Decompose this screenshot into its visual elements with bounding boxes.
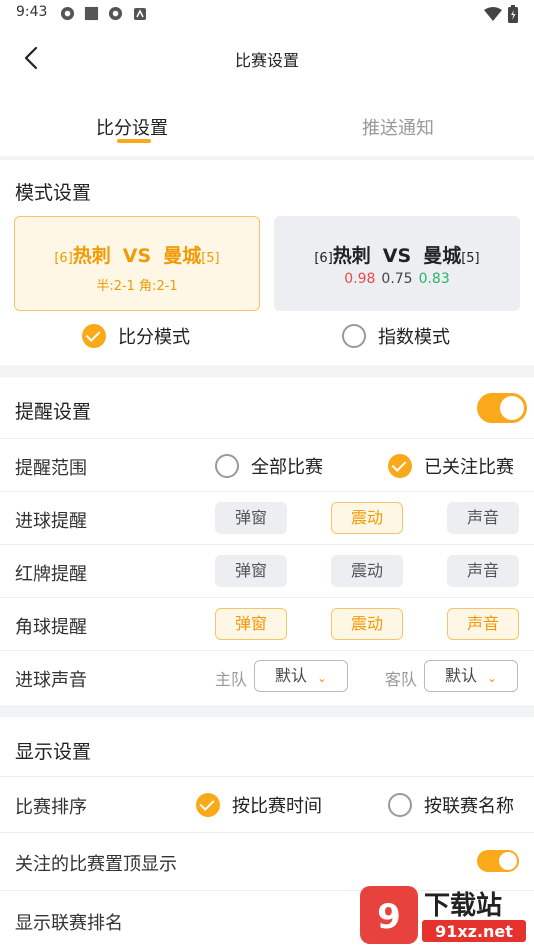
page-title: 比赛设置 (234, 51, 299, 70)
svg-text:9: 9 (377, 897, 401, 937)
radio-unchecked-icon (388, 793, 412, 817)
tab-bar: 比分设置 推送通知 (0, 88, 534, 156)
odds-mode-radio[interactable]: 指数模式 (342, 323, 450, 349)
home-team-label: 主队 (215, 670, 248, 689)
goal-sound-button[interactable]: 声音 (447, 502, 519, 534)
corner-sound-button[interactable]: 声音 (447, 608, 519, 640)
chevron-down-icon: ⌄ (486, 671, 497, 685)
score-mode-card[interactable]: [6]热刺 VS 曼城[5] 半:2-1 角:2-1 (14, 216, 260, 311)
pin-followed-toggle[interactable] (477, 850, 519, 872)
mode-settings-section: 模式设置 [6]热刺 VS 曼城[5] 半:2-1 角:2-1 [6]热刺 VS 曼城[… (0, 160, 534, 365)
scope-followed-radio[interactable]: 已关注比赛 (388, 453, 514, 479)
away-team-label: 客队 (385, 670, 418, 689)
section-title: 提醒设置 (15, 401, 92, 423)
notification-icon (108, 6, 123, 21)
red-card-reminder-row: 红牌提醒 弹窗 震动 声音 (0, 544, 534, 597)
status-bar: 9:43 (0, 0, 534, 28)
tab-push-notifications[interactable]: 推送通知 (362, 114, 434, 140)
away-sound-select[interactable]: 默认 ⌄ (424, 660, 518, 692)
radio-checked-icon (82, 324, 106, 348)
goal-reminder-row: 进球提醒 弹窗 震动 声音 (0, 491, 534, 544)
odds-values: 0.98 0.75 0.83 (344, 271, 450, 287)
sort-by-league-radio[interactable]: 按联赛名称 (388, 792, 514, 818)
score-card-detail: 半:2-1 角:2-1 (96, 279, 178, 294)
tab-score-settings[interactable]: 比分设置 (96, 114, 168, 140)
notification-icon (60, 6, 75, 21)
odds-mode-card[interactable]: [6]热刺 VS 曼城[5] 0.98 0.75 0.83 (274, 216, 520, 311)
pin-followed-row: 关注的比赛置顶显示 (0, 832, 534, 890)
score-mode-radio[interactable]: 比分模式 (82, 323, 190, 349)
goal-popup-button[interactable]: 弹窗 (215, 502, 287, 534)
square-notification-icon (84, 6, 99, 21)
nav-bar: 比赛设置 (0, 28, 534, 88)
chevron-down-icon: ⌄ (316, 671, 327, 685)
corner-reminder-row: 角球提醒 弹窗 震动 声音 (0, 597, 534, 650)
scope-all-radio[interactable]: 全部比赛 (215, 453, 323, 479)
reminder-section: 提醒设置 提醒范围 全部比赛 已关注比赛 进球提醒 弹窗 震动 声音 红牌提醒 … (0, 377, 534, 705)
odds-card-teams: [6]热刺 VS 曼城[5] (314, 245, 480, 267)
radio-unchecked-icon (342, 324, 366, 348)
section-title: 显示设置 (15, 741, 92, 763)
corner-vibrate-button[interactable]: 震动 (331, 608, 403, 640)
radio-checked-icon (388, 454, 412, 478)
app-notification-icon (134, 8, 146, 20)
wifi-icon (484, 7, 502, 21)
sort-row: 比赛排序 按比赛时间 按联赛名称 (0, 776, 534, 832)
watermark-logo: 9 下载站 91xz.net (360, 886, 526, 944)
radio-checked-icon (196, 793, 220, 817)
watermark-text: 下载站 (424, 891, 502, 921)
watermark-domain: 91xz.net (435, 922, 513, 941)
score-card-teams: [6]热刺 VS 曼城[5] (54, 245, 220, 267)
red-card-sound-button[interactable]: 声音 (447, 555, 519, 587)
reminder-scope-row: 提醒范围 全部比赛 已关注比赛 (0, 438, 534, 491)
red-card-vibrate-button[interactable]: 震动 (331, 555, 403, 587)
sort-by-time-radio[interactable]: 按比赛时间 (196, 792, 322, 818)
tab-active-indicator (117, 139, 151, 143)
red-card-popup-button[interactable]: 弹窗 (215, 555, 287, 587)
status-time: 9:43 (16, 4, 48, 20)
corner-popup-button[interactable]: 弹窗 (215, 608, 287, 640)
radio-unchecked-icon (215, 454, 239, 478)
goal-vibrate-button[interactable]: 震动 (331, 502, 403, 534)
home-sound-select[interactable]: 默认 ⌄ (254, 660, 348, 692)
goal-sound-row: 进球声音 主队 默认 ⌄ 客队 默认 ⌄ (0, 650, 534, 705)
battery-icon (508, 5, 518, 23)
section-title: 模式设置 (15, 182, 92, 204)
reminder-toggle[interactable] (477, 393, 527, 423)
